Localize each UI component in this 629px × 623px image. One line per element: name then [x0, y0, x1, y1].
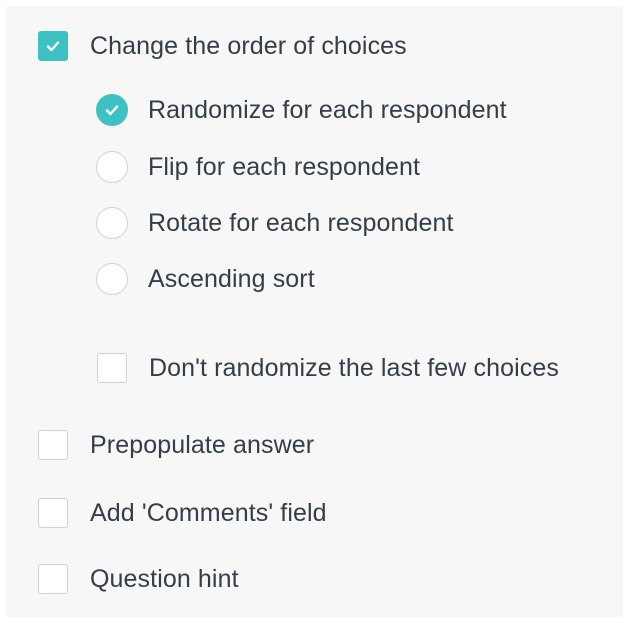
question-options-panel: Change the order of choices Randomize fo…: [6, 6, 623, 617]
flip-radio[interactable]: [96, 151, 128, 183]
question-hint-checkbox[interactable]: [38, 564, 68, 594]
flip-label: Flip for each respondent: [148, 152, 421, 181]
order-mode-ascending-sort[interactable]: Ascending sort: [96, 263, 315, 295]
dont-randomize-last-label: Don't randomize the last few choices: [149, 353, 559, 382]
comments-field-checkbox[interactable]: [38, 498, 68, 528]
dont-randomize-last-option[interactable]: Don't randomize the last few choices: [97, 353, 559, 383]
order-mode-flip[interactable]: Flip for each respondent: [96, 151, 420, 183]
dont-randomize-last-checkbox[interactable]: [97, 353, 127, 383]
order-mode-rotate[interactable]: Rotate for each respondent: [96, 207, 454, 239]
randomize-radio[interactable]: [96, 94, 128, 126]
checkmark-icon: [105, 105, 119, 116]
change-order-option[interactable]: Change the order of choices: [38, 31, 407, 61]
order-mode-randomize[interactable]: Randomize for each respondent: [96, 94, 507, 126]
question-hint-label: Question hint: [90, 564, 239, 593]
change-order-checkbox[interactable]: [38, 31, 68, 61]
prepopulate-label: Prepopulate answer: [90, 430, 315, 459]
ascending-sort-label: Ascending sort: [148, 264, 315, 293]
checkmark-icon: [46, 41, 60, 52]
change-order-label: Change the order of choices: [90, 31, 407, 60]
rotate-radio[interactable]: [96, 207, 128, 239]
comments-field-label: Add 'Comments' field: [90, 498, 327, 527]
prepopulate-checkbox[interactable]: [38, 430, 68, 460]
prepopulate-option[interactable]: Prepopulate answer: [38, 430, 314, 460]
randomize-label: Randomize for each respondent: [148, 95, 507, 124]
rotate-label: Rotate for each respondent: [148, 208, 454, 237]
ascending-sort-radio[interactable]: [96, 263, 128, 295]
comments-field-option[interactable]: Add 'Comments' field: [38, 498, 327, 528]
question-hint-option[interactable]: Question hint: [38, 564, 239, 594]
